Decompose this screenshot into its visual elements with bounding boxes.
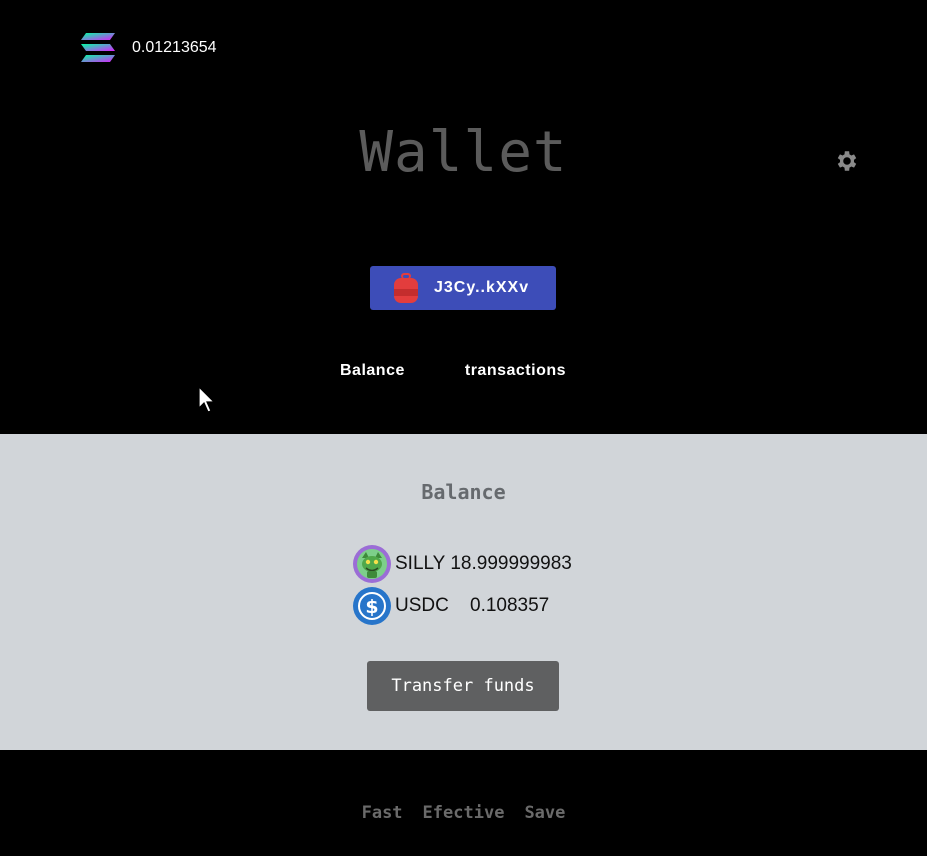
- sol-balance-amount: 0.01213654: [132, 39, 217, 56]
- gear-icon[interactable]: [834, 148, 860, 174]
- tagline-word: Fast: [361, 803, 403, 823]
- balance-title: Balance: [421, 480, 506, 504]
- transfer-funds-button[interactable]: Transfer funds: [367, 661, 559, 711]
- tab-transactions[interactable]: transactions: [465, 362, 566, 380]
- token-symbol: USDC: [395, 595, 449, 616]
- tab-balance[interactable]: Balance: [340, 362, 405, 380]
- footer-tagline: Fast Efective Save: [0, 803, 927, 823]
- tagline-word: Save: [524, 803, 566, 823]
- usdc-token-icon: $: [353, 587, 391, 625]
- wallet-page: 0.01213654 Wallet J3Cy..kXXv Balance tra…: [0, 0, 927, 856]
- wallet-address-button[interactable]: J3Cy..kXXv: [370, 266, 556, 310]
- wallet-address-label: J3Cy..kXXv: [434, 279, 530, 296]
- silly-token-icon: [353, 545, 391, 583]
- sol-balance: 0.01213654: [80, 32, 217, 64]
- wallet-tabs: Balance transactions: [340, 362, 566, 380]
- token-row-usdc: $ USDC 0.108357: [352, 586, 549, 626]
- token-amount: 18.999999983: [450, 553, 572, 574]
- token-symbol: SILLY: [395, 553, 446, 574]
- token-amount: 0.108357: [470, 595, 550, 616]
- tagline-word: Efective: [422, 803, 505, 823]
- page-title: Wallet: [359, 120, 568, 185]
- svg-text:$: $: [365, 596, 378, 618]
- solana-logo-icon: [81, 33, 115, 62]
- backpack-icon: [394, 273, 418, 303]
- mouse-cursor-icon: [198, 386, 216, 413]
- token-row-silly: SILLY 18.999999983: [352, 544, 572, 584]
- balance-panel: Balance SILLY 18.999999983 $ USDC 0.1083…: [0, 434, 927, 750]
